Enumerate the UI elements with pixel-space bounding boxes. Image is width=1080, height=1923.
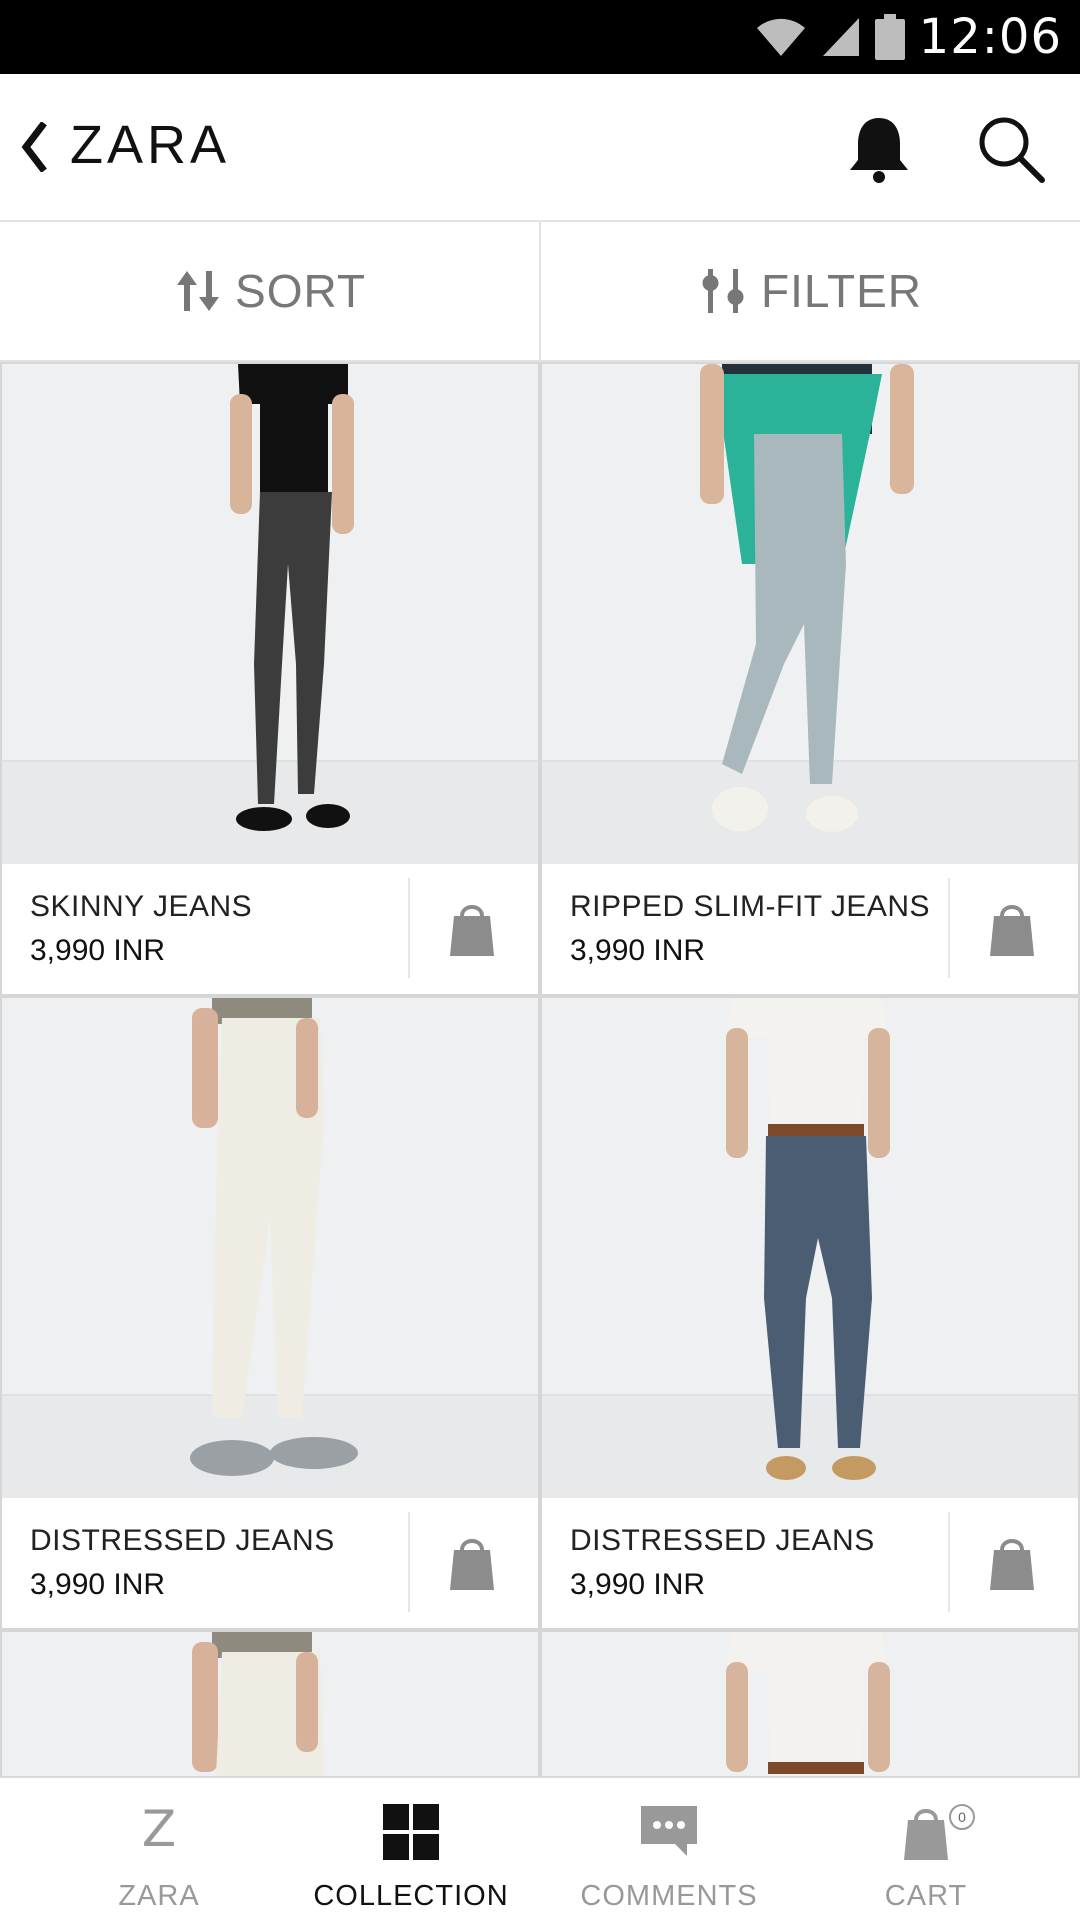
add-to-bag-button[interactable] xyxy=(962,894,1062,964)
battery-icon xyxy=(874,14,905,60)
product-info: DISTRESSED JEANS 3,990 INR xyxy=(2,1498,538,1628)
product-image[interactable] xyxy=(2,998,538,1498)
back-chevron-icon[interactable] xyxy=(18,122,48,172)
product-name: DISTRESSED JEANS xyxy=(30,1524,335,1557)
bell-icon[interactable] xyxy=(846,114,912,186)
signal-icon xyxy=(822,18,859,56)
product-info: SKINNY JEANS 3,990 INR xyxy=(2,864,538,994)
app-bar: ZARA xyxy=(0,74,1080,222)
nav-label: ZARA xyxy=(118,1880,200,1912)
add-to-bag-button[interactable] xyxy=(422,894,522,964)
wifi-icon xyxy=(756,18,805,56)
nav-item-cart[interactable]: 0 CART xyxy=(791,1778,1061,1923)
nav-item-comments[interactable]: COMMENTS xyxy=(534,1778,804,1923)
product-price: 3,990 INR xyxy=(570,1568,706,1601)
grid-icon xyxy=(383,1804,439,1860)
product-image[interactable] xyxy=(2,364,538,864)
chat-bubble-icon xyxy=(641,1806,697,1856)
product-name: SKINNY JEANS xyxy=(30,890,253,923)
product-image[interactable] xyxy=(2,1632,538,1776)
status-bar: 12:06 xyxy=(0,0,1080,74)
z-logo-icon: Z xyxy=(141,1800,177,1858)
shopping-bag-icon xyxy=(990,905,1034,956)
sort-filter-bar: SORT FILTER xyxy=(0,222,1080,363)
shopping-bag-icon xyxy=(450,905,494,956)
product-price: 3,990 INR xyxy=(30,934,166,967)
product-card[interactable]: DISTRESSED JEANS 3,990 INR xyxy=(542,998,1078,1628)
bottom-navigation: Z ZARA COLLECTION COMMENTS 0 CART xyxy=(0,1776,1080,1923)
search-icon[interactable] xyxy=(976,114,1046,184)
shopping-bag-icon xyxy=(904,1809,948,1860)
nav-label: CART xyxy=(884,1880,968,1912)
nav-item-zara[interactable]: Z ZARA xyxy=(24,1778,294,1923)
product-info: RIPPED SLIM-FIT JEANS 3,990 INR xyxy=(542,864,1078,994)
sort-button[interactable]: SORT xyxy=(0,222,539,360)
filter-button[interactable]: FILTER xyxy=(541,222,1080,360)
cart-count-badge: 0 xyxy=(949,1804,975,1830)
product-price: 3,990 INR xyxy=(30,1568,166,1601)
product-name: RIPPED SLIM-FIT JEANS xyxy=(570,890,931,923)
status-time: 12:06 xyxy=(918,9,1062,65)
shopping-bag-icon xyxy=(450,1539,494,1590)
nav-item-collection[interactable]: COLLECTION xyxy=(276,1778,546,1923)
product-card[interactable]: RIPPED SLIM-FIT JEANS 3,990 INR xyxy=(542,364,1078,994)
add-to-bag-button[interactable] xyxy=(422,1528,522,1598)
shopping-bag-icon xyxy=(990,1539,1034,1590)
product-image[interactable] xyxy=(542,1632,1078,1776)
product-image[interactable] xyxy=(542,364,1078,864)
product-card-partial[interactable] xyxy=(542,1632,1078,1776)
product-name: DISTRESSED JEANS xyxy=(570,1524,875,1557)
add-to-bag-button[interactable] xyxy=(962,1528,1062,1598)
filter-label: FILTER xyxy=(760,265,923,317)
sort-arrows-icon xyxy=(177,271,220,311)
product-image[interactable] xyxy=(542,998,1078,1498)
product-grid: SKINNY JEANS 3,990 INR RIPPED SLIM-FIT J… xyxy=(0,362,1080,1776)
nav-label: COMMENTS xyxy=(580,1880,758,1912)
filter-sliders-icon xyxy=(702,269,744,313)
product-price: 3,990 INR xyxy=(570,934,706,967)
product-card[interactable]: DISTRESSED JEANS 3,990 INR xyxy=(2,998,538,1628)
nav-label: COLLECTION xyxy=(313,1880,509,1912)
product-card-partial[interactable] xyxy=(2,1632,538,1776)
product-card[interactable]: SKINNY JEANS 3,990 INR xyxy=(2,364,538,994)
sort-label: SORT xyxy=(235,265,366,317)
app-title: ZARA xyxy=(70,115,231,175)
product-info: DISTRESSED JEANS 3,990 INR xyxy=(542,1498,1078,1628)
